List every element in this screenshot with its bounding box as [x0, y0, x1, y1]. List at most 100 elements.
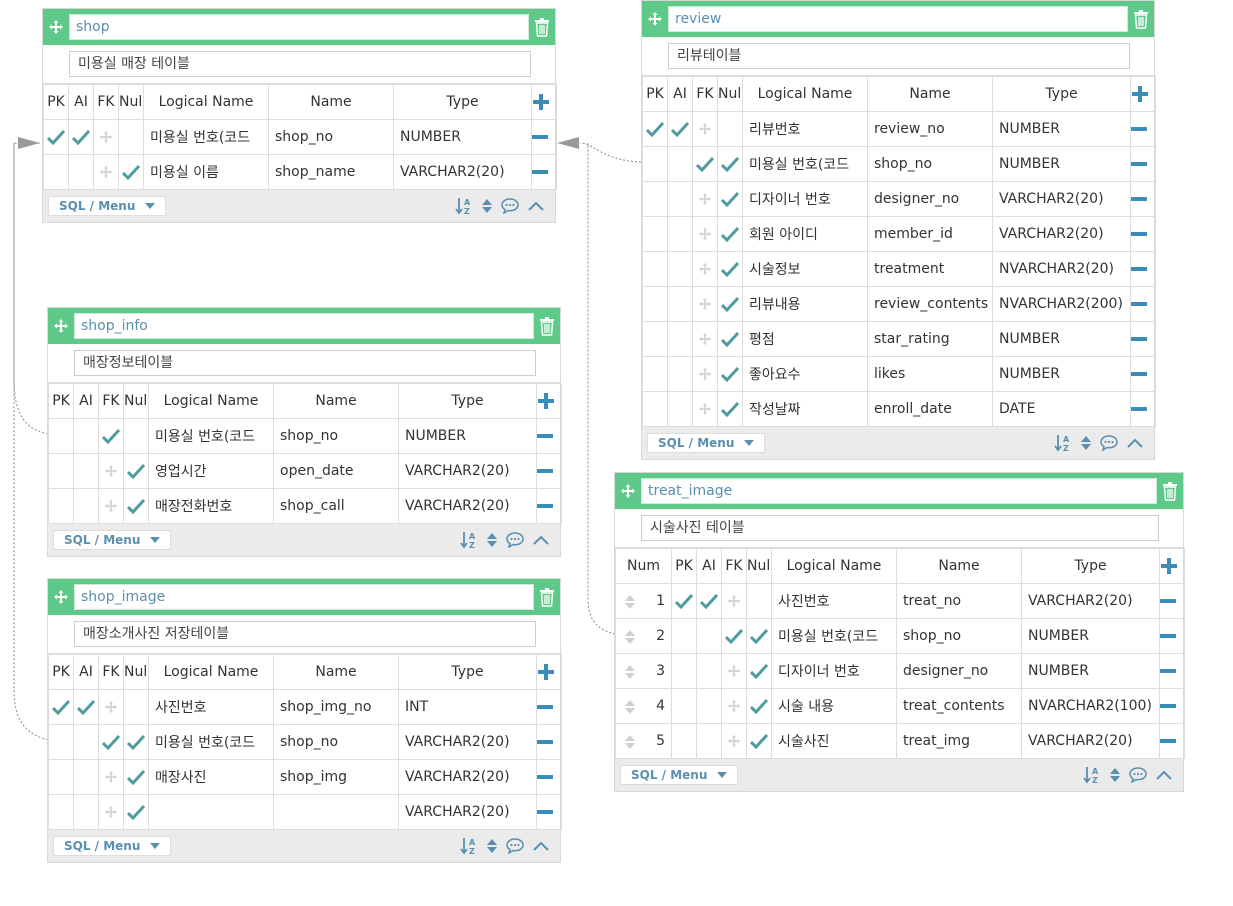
- row-drag-icon[interactable]: [624, 629, 636, 645]
- fk-check-icon[interactable]: [721, 618, 747, 654]
- column-name-cell[interactable]: review_contents: [867, 286, 993, 322]
- logical-name-cell[interactable]: 평점: [742, 321, 868, 357]
- column-name-cell[interactable]: shop_img: [273, 759, 399, 795]
- table-name-input[interactable]: review: [668, 6, 1128, 32]
- sql-menu-button[interactable]: SQL / Menu: [48, 196, 167, 216]
- add-column-button[interactable]: [1159, 548, 1185, 584]
- ai-toggle[interactable]: [696, 618, 722, 654]
- column-name-cell[interactable]: enroll_date: [867, 391, 993, 427]
- collapse-icon[interactable]: [532, 534, 550, 546]
- fk-toggle[interactable]: [692, 391, 718, 427]
- sql-menu-button[interactable]: SQL / Menu: [620, 765, 739, 785]
- ai-check-icon[interactable]: [68, 119, 94, 155]
- column-type-cell[interactable]: VARCHAR2(20): [393, 154, 532, 190]
- table-comment-input[interactable]: 매장정보테이블: [74, 350, 536, 376]
- fk-check-icon[interactable]: [98, 724, 124, 760]
- collapse-icon[interactable]: [527, 200, 545, 212]
- table-comment-input[interactable]: 시술사진 테이블: [641, 515, 1159, 541]
- move-icon[interactable]: [642, 1, 668, 37]
- trash-icon[interactable]: [534, 579, 560, 615]
- add-column-button[interactable]: [536, 383, 562, 419]
- remove-column-button[interactable]: [536, 689, 562, 725]
- remove-column-button[interactable]: [1159, 723, 1185, 759]
- column-name-cell[interactable]: treat_no: [896, 583, 1022, 619]
- sort-updown-icon[interactable]: [481, 198, 493, 214]
- remove-column-button[interactable]: [1159, 688, 1185, 724]
- null-check-icon[interactable]: [123, 794, 149, 830]
- sort-az-icon[interactable]: AZ: [460, 837, 478, 855]
- column-type-cell[interactable]: NUMBER: [393, 119, 532, 155]
- remove-column-button[interactable]: [1130, 146, 1156, 182]
- fk-toggle[interactable]: [98, 453, 124, 489]
- remove-column-button[interactable]: [1159, 583, 1185, 619]
- column-type-cell[interactable]: VARCHAR2(20): [398, 488, 537, 524]
- pk-toggle[interactable]: [642, 391, 668, 427]
- remove-column-button[interactable]: [1159, 618, 1185, 654]
- ai-toggle[interactable]: [667, 356, 693, 392]
- logical-name-cell[interactable]: 좋아요수: [742, 356, 868, 392]
- column-name-cell[interactable]: shop_no: [867, 146, 993, 182]
- null-check-icon[interactable]: [746, 688, 772, 724]
- null-toggle[interactable]: [123, 418, 149, 454]
- fk-toggle[interactable]: [721, 653, 747, 689]
- move-icon[interactable]: [48, 579, 74, 615]
- row-number-cell[interactable]: 4: [615, 688, 672, 724]
- null-check-icon[interactable]: [118, 154, 144, 190]
- pk-toggle[interactable]: [642, 146, 668, 182]
- pk-toggle[interactable]: [642, 356, 668, 392]
- remove-column-button[interactable]: [1130, 286, 1156, 322]
- ai-toggle[interactable]: [68, 154, 94, 190]
- move-icon[interactable]: [48, 308, 74, 344]
- remove-column-button[interactable]: [536, 418, 562, 454]
- logical-name-cell[interactable]: 리뷰내용: [742, 286, 868, 322]
- fk-toggle[interactable]: [692, 251, 718, 287]
- pk-toggle[interactable]: [642, 286, 668, 322]
- ai-check-icon[interactable]: [696, 583, 722, 619]
- row-drag-icon[interactable]: [624, 664, 636, 680]
- sort-updown-icon[interactable]: [1080, 435, 1092, 451]
- logical-name-cell[interactable]: 사진번호: [148, 689, 274, 725]
- move-icon[interactable]: [615, 473, 641, 509]
- table-comment-input[interactable]: 미용실 매장 테이블: [69, 51, 531, 77]
- remove-column-button[interactable]: [1130, 111, 1156, 147]
- column-type-cell[interactable]: VARCHAR2(20): [992, 181, 1131, 217]
- null-toggle[interactable]: [717, 111, 743, 147]
- row-number-cell[interactable]: 5: [615, 723, 672, 759]
- ai-toggle[interactable]: [696, 688, 722, 724]
- null-check-icon[interactable]: [123, 724, 149, 760]
- table-comment-input[interactable]: 리뷰테이블: [668, 43, 1130, 69]
- pk-toggle[interactable]: [48, 724, 74, 760]
- remove-column-button[interactable]: [531, 154, 557, 190]
- table-name-input[interactable]: shop: [69, 14, 529, 40]
- column-name-cell[interactable]: shop_img_no: [273, 689, 399, 725]
- logical-name-cell[interactable]: 디자이너 번호: [742, 181, 868, 217]
- null-check-icon[interactable]: [717, 321, 743, 357]
- pk-toggle[interactable]: [642, 216, 668, 252]
- table-name-input[interactable]: shop_info: [74, 313, 534, 339]
- logical-name-cell[interactable]: 시술사진: [771, 723, 897, 759]
- column-type-cell[interactable]: NUMBER: [992, 146, 1131, 182]
- column-name-cell[interactable]: review_no: [867, 111, 993, 147]
- column-name-cell[interactable]: member_id: [867, 216, 993, 252]
- column-type-cell[interactable]: INT: [398, 689, 537, 725]
- null-check-icon[interactable]: [123, 453, 149, 489]
- null-check-icon[interactable]: [717, 216, 743, 252]
- fk-toggle[interactable]: [721, 688, 747, 724]
- remove-column-button[interactable]: [1130, 356, 1156, 392]
- pk-toggle[interactable]: [48, 794, 74, 830]
- pk-toggle[interactable]: [48, 488, 74, 524]
- add-column-button[interactable]: [531, 84, 557, 120]
- ai-toggle[interactable]: [73, 488, 99, 524]
- pk-toggle[interactable]: [671, 688, 697, 724]
- remove-column-button[interactable]: [531, 119, 557, 155]
- collapse-icon[interactable]: [532, 840, 550, 852]
- null-check-icon[interactable]: [746, 618, 772, 654]
- column-name-cell[interactable]: star_rating: [867, 321, 993, 357]
- move-icon[interactable]: [43, 9, 69, 45]
- trash-icon[interactable]: [534, 308, 560, 344]
- null-check-icon[interactable]: [717, 391, 743, 427]
- pk-check-icon[interactable]: [642, 111, 668, 147]
- fk-toggle[interactable]: [93, 154, 119, 190]
- null-check-icon[interactable]: [123, 488, 149, 524]
- column-type-cell[interactable]: NUMBER: [398, 418, 537, 454]
